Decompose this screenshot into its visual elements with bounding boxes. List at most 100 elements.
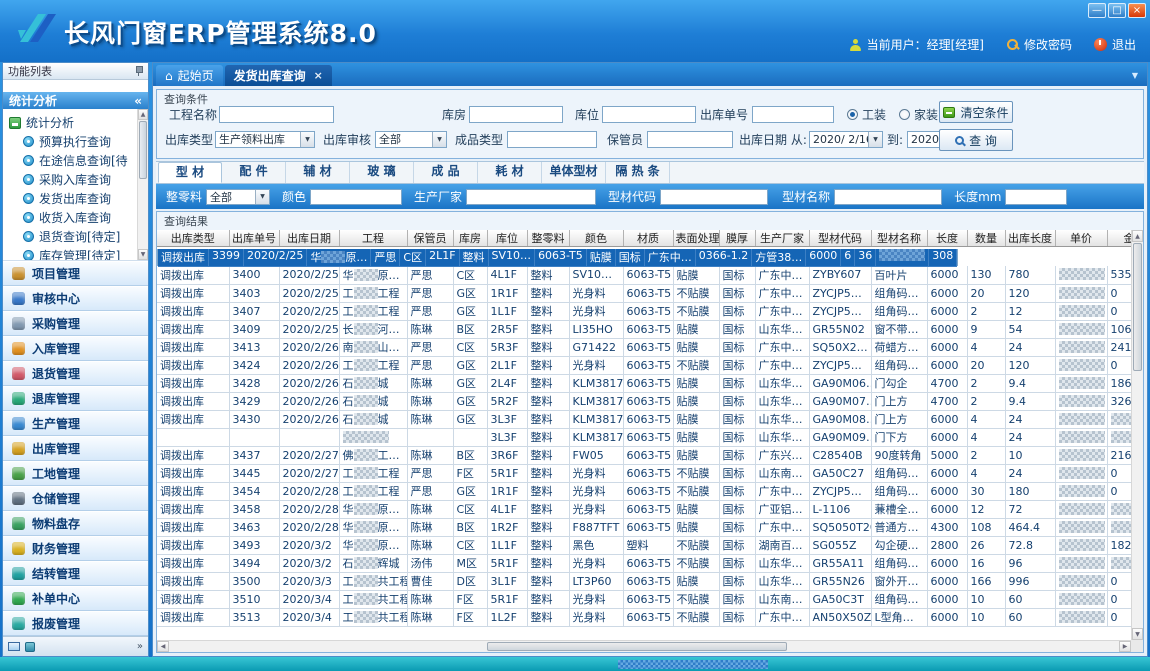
color-input[interactable] [310,189,402,205]
column-header[interactable]: 出库长度 [1005,230,1055,247]
disk-icon[interactable] [25,642,35,652]
table-row[interactable]: 调拨出库34002020/2/25华原…严思C区4L1F整料SV10…6063-… [157,266,1143,284]
table-row[interactable]: 调拨出库34302020/2/26石城陈琳G区3L3F整料KLM38176063… [157,410,1143,428]
sidebar-menu-item[interactable]: 生产管理 [3,411,148,436]
scroll-down-icon[interactable]: ▼ [1132,628,1143,640]
table-row[interactable]: 调拨出库34282020/2/26石城陈琳G区2L4F整料KLM38176063… [157,374,1143,392]
column-header[interactable]: 数量 [967,230,1005,247]
location-input[interactable] [602,106,696,123]
tree-item[interactable]: 退货查询[待定] [9,227,135,246]
sidebar-group-header[interactable]: 统计分析 « [3,92,148,109]
tree-item[interactable]: 收货入库查询 [9,208,135,227]
material-tab[interactable]: 型 材 [158,162,222,183]
material-tab[interactable]: 单体型材 [542,162,606,183]
sidebar-menu-item[interactable]: 出库管理 [3,436,148,461]
material-tab[interactable]: 耗 材 [478,162,542,183]
scroll-right-icon[interactable]: ▶ [1119,641,1131,652]
material-tab[interactable]: 辅 材 [286,162,350,183]
column-header[interactable]: 型材名称 [871,230,927,247]
sidebar-menu-item[interactable]: 项目管理 [3,261,148,286]
table-row[interactable]: 调拨出库34932020/3/2华原…陈琳C区1L1F整料黑色塑料不贴膜国标湖南… [157,536,1143,554]
column-header[interactable]: 表面处理 [673,230,719,247]
table-row[interactable]: 调拨出库34072020/2/25工工程严思G区1L1F整料光身料6063-T5… [157,302,1143,320]
table-row[interactable]: 调拨出库34632020/2/28华原…陈琳B区1R2F整料F887TFT606… [157,518,1143,536]
sidebar-menu-item[interactable]: 结转管理 [3,561,148,586]
vertical-scroll-thumb[interactable] [1133,243,1142,371]
tab-close-icon[interactable]: × [314,69,323,82]
column-header[interactable]: 出库单号 [229,230,279,247]
date-from-picker[interactable]: 2020/ 2/16 ▼ [809,131,883,148]
horizontal-scroll-thumb[interactable] [487,642,787,651]
table-row[interactable]: 调拨出库34372020/2/27佛工…陈琳B区3R6F整料FW056063-T… [157,446,1143,464]
horizontal-scrollbar[interactable]: ◀ ▶ [157,640,1131,652]
tree-root-node[interactable]: 统计分析 [9,113,135,132]
minimize-button[interactable]: — [1088,3,1106,18]
radio-option[interactable]: 家装 [899,106,938,123]
material-tab[interactable]: 配 件 [222,162,286,183]
material-tab[interactable]: 隔 热 条 [606,162,670,183]
table-row[interactable]: 3L3F整料KLM38176063-T5贴膜国标山东华…GA90M09…门下方6… [157,428,1143,446]
close-button[interactable]: × [1128,3,1146,18]
length-input[interactable] [1005,189,1067,205]
scroll-left-icon[interactable]: ◀ [157,641,169,652]
column-header[interactable]: 工程 [339,230,407,247]
keeper-input[interactable] [647,131,733,148]
column-header[interactable]: 长度 [927,230,967,247]
tree-item[interactable]: 发货出库查询 [9,189,135,208]
column-header[interactable]: 出库类型 [157,230,229,247]
maximize-button[interactable]: □ [1108,3,1126,18]
table-row[interactable]: 调拨出库35002020/3/3工共工程曹佳D区3L1F整料LT3P606063… [157,572,1143,590]
table-row[interactable]: 调拨出库34942020/3/2石辉城汤伟M区5R1F整料光身料6063-T5不… [157,554,1143,572]
zhengling-select[interactable]: 全部 ▼ [206,189,270,205]
monitor-icon[interactable] [8,642,20,651]
change-password-link[interactable]: 修改密码 [1024,36,1072,53]
column-header[interactable]: 出库日期 [279,230,339,247]
table-row[interactable]: 调拨出库34132020/2/26南山…严思C区5R3F整料G714226063… [157,338,1143,356]
tree-item[interactable]: 库存管理[待定] [9,246,135,261]
column-header[interactable]: 生产厂家 [755,230,809,247]
sidebar-menu-item[interactable]: 退货管理 [3,361,148,386]
warehouse-input[interactable] [469,106,563,123]
material-tab[interactable]: 玻 璃 [350,162,414,183]
column-header[interactable]: 整零料 [527,230,569,247]
table-row[interactable]: 调拨出库34292020/2/26石城陈琳G区5R2F整料KLM38176063… [157,392,1143,410]
sidebar-menu-item[interactable]: 报废管理 [3,611,148,636]
toolbar-more-icon[interactable]: » [137,641,143,652]
tree-scrollbar[interactable]: ▲ ▼ [137,109,148,260]
sidebar-menu-item[interactable]: 财务管理 [3,536,148,561]
sidebar-menu-item[interactable]: 入库管理 [3,336,148,361]
table-row[interactable]: 调拨出库35102020/3/4工共工程陈琳F区5R1F整料光身料6063-T5… [157,590,1143,608]
column-header[interactable]: 单价 [1055,230,1107,247]
order-no-input[interactable] [752,106,834,123]
sidebar-menu-item[interactable]: 仓储管理 [3,486,148,511]
sidebar-menu-item[interactable]: 退库管理 [3,386,148,411]
table-row[interactable]: 调拨出库34032020/2/25工工程严思G区1R1F整料光身料6063-T5… [157,284,1143,302]
pin-icon[interactable] [134,66,143,76]
manufacturer-input[interactable] [466,189,596,205]
table-row[interactable]: 调拨出库35132020/3/4工共工程陈琳F区1L2F整料光身料6063-T5… [157,608,1143,626]
tab-home[interactable]: ⌂起始页 [156,65,223,86]
scroll-up-icon[interactable]: ▲ [1132,230,1143,242]
clear-conditions-button[interactable]: 清空条件 [939,101,1013,123]
table-row[interactable]: 调拨出库34542020/2/28工工程严思G区1R1F整料光身料6063-T5… [157,482,1143,500]
column-header[interactable]: 保管员 [407,230,453,247]
sidebar-menu-item[interactable]: 补单中心 [3,586,148,611]
sidebar-menu-item[interactable]: 工地管理 [3,461,148,486]
tab-shipment-query[interactable]: 发货出库查询× [225,65,332,86]
tree-scroll-thumb[interactable] [139,121,147,179]
table-row[interactable]: 调拨出库34092020/2/25长河…陈琳B区2R5F整料LI35HO6063… [157,320,1143,338]
logout-link[interactable]: 退出 [1112,36,1136,53]
scroll-up-icon[interactable]: ▲ [138,109,148,120]
column-header[interactable]: 型材代码 [809,230,871,247]
column-header[interactable]: 颜色 [569,230,623,247]
tab-list-dropdown-icon[interactable]: ▼ [1132,71,1138,80]
profile-code-input[interactable] [660,189,768,205]
column-header[interactable]: 膜厚 [719,230,755,247]
table-row[interactable]: 调拨出库34242020/2/26工工程严思G区2L1F整料光身料6063-T5… [157,356,1143,374]
material-tab[interactable]: 成 品 [414,162,478,183]
project-name-input[interactable] [219,106,334,123]
scroll-down-icon[interactable]: ▼ [138,249,148,260]
tree-item[interactable]: 在途信息查询[待 [9,151,135,170]
sidebar-menu-item[interactable]: 采购管理 [3,311,148,336]
table-row[interactable]: 调拨出库33992020/2/25华原…严思C区2L1F整料SV10…6063-… [157,249,958,266]
